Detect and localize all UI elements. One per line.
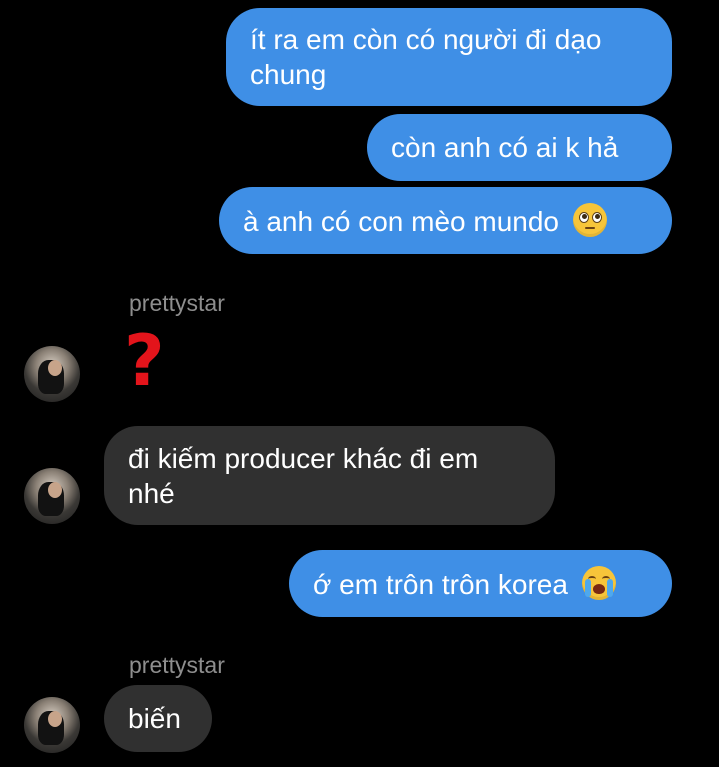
loudly-crying-emoji-icon: [581, 566, 616, 600]
question-mark-emoji-message[interactable]: ?: [124, 326, 165, 396]
sent-message-bubble[interactable]: ít ra em còn có người đi dạo chung: [226, 8, 672, 106]
message-text-line: chung: [250, 59, 327, 90]
sent-message-bubble[interactable]: ớ em trôn trôn korea: [289, 550, 672, 617]
sent-message-bubble[interactable]: còn anh có ai k hả: [367, 114, 672, 181]
sender-avatar[interactable]: [24, 697, 80, 753]
received-message-bubble[interactable]: đi kiếm producer khác đi em nhé: [104, 426, 555, 525]
sent-message-bubble[interactable]: à anh có con mèo mundo: [219, 187, 672, 254]
message-text: biến: [128, 703, 181, 734]
message-text: à anh có con mèo mundo: [243, 206, 559, 237]
message-text-line: đi kiếm producer khác đi em: [128, 443, 479, 474]
sender-name: prettystar: [129, 290, 225, 316]
message-text: ớ em trôn trôn korea: [313, 569, 568, 600]
rolling-eyes-emoji-icon: [572, 203, 607, 237]
sender-avatar[interactable]: [24, 468, 80, 524]
message-text: còn anh có ai k hả: [391, 132, 619, 163]
message-text-line: ít ra em còn có người đi dạo: [250, 24, 602, 55]
sender-name: prettystar: [129, 652, 225, 678]
received-message-bubble[interactable]: biến: [104, 685, 212, 752]
sender-avatar[interactable]: [24, 346, 80, 402]
message-text-line: nhé: [128, 478, 175, 509]
